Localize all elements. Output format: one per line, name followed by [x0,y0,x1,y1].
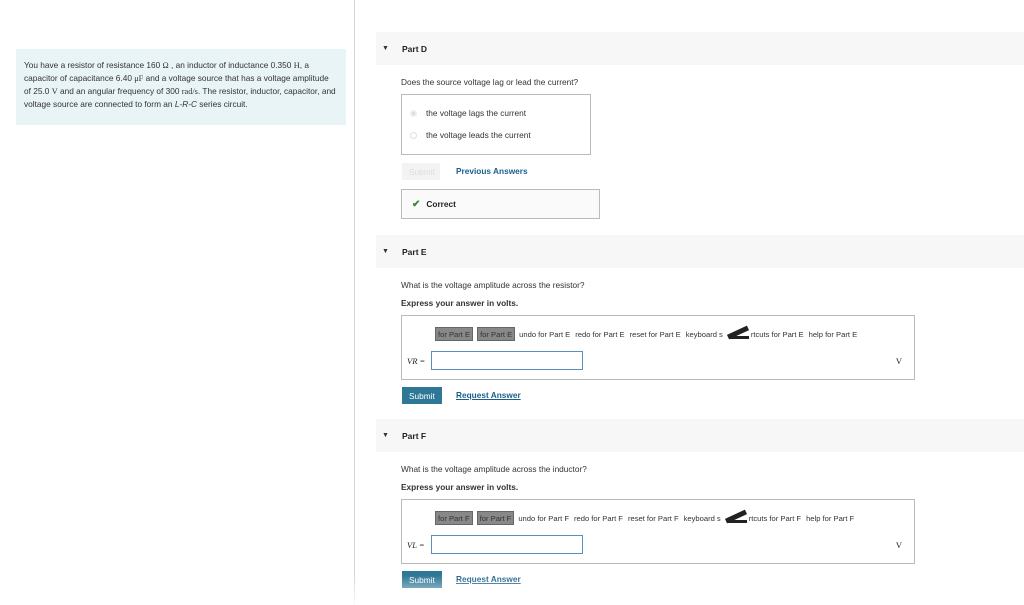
problem-text: , an inductor of inductance 0.350 [168,60,294,70]
keyboard-label: rtcuts for Part F [748,513,802,523]
reset-button[interactable]: reset for Part F [628,514,679,523]
problem-text: series circuit. [196,99,248,109]
left-pane: You have a resistor of resistance 160 Ω … [0,0,355,605]
part-f-title: Part F [402,430,427,441]
part-f-submit-button[interactable]: Submit [402,571,442,588]
redo-button[interactable]: redo for Part E [575,330,624,339]
volt-unit-label: V [895,356,902,366]
vl-label: VL = [407,540,425,550]
undo-button[interactable]: undo for Part F [518,514,569,523]
part-d-title: Part D [402,43,428,54]
part-d-choices: the voltage lags the current the voltage… [401,94,591,155]
keyboard-icon [725,327,749,341]
keyboard-label: rtcuts for Part E [750,329,804,339]
vr-input[interactable] [431,351,583,370]
right-pane: ▼ Part D Does the source voltage lag or … [356,0,1024,605]
volt-unit-label: V [895,540,902,550]
part-e-header[interactable]: ▼ Part E [376,235,1024,268]
choice-voltage-leads[interactable]: the voltage leads the current [410,130,531,140]
part-f-request-answer-link[interactable]: Request Answer [456,574,521,584]
help-button[interactable]: help for Part F [806,514,854,523]
part-f-toolbar: for Part F for Part F undo for Part F re… [435,509,859,527]
problem-statement: You have a resistor of resistance 160 Ω … [16,49,346,125]
keyboard-icon [723,511,747,525]
vr-label: VR = [407,356,426,366]
feedback-label: Correct [426,199,456,209]
part-f-header[interactable]: ▼ Part F [376,419,1024,452]
part-d-header[interactable]: ▼ Part D [376,32,1024,65]
part-f-answer-box: for Part F for Part F undo for Part F re… [401,499,915,564]
templates-button[interactable]: for Part F [435,511,473,525]
undo-button[interactable]: undo for Part E [519,330,570,339]
choice-label: the voltage leads the current [426,130,531,140]
part-d-submit-button: Submit [402,163,440,180]
keyboard-shortcuts-button[interactable]: keyboard s rtcuts for Part F [684,511,801,525]
keyboard-label: keyboard s [685,329,723,339]
part-e-answer-box: for Part E for Part E undo for Part E re… [401,315,915,380]
part-f-instruction: Express your answer in volts. [401,482,519,492]
keyboard-label: keyboard s [683,513,721,523]
radio-icon[interactable] [410,131,417,139]
reset-button[interactable]: reset for Part E [630,330,681,339]
problem-text: You have a resistor of resistance 160 [24,60,163,70]
radio-selected-icon[interactable] [410,109,417,117]
part-e-instruction: Express your answer in volts. [401,298,519,308]
caret-down-icon: ▼ [382,432,389,439]
caret-down-icon: ▼ [382,248,389,255]
part-e-submit-button[interactable]: Submit [402,387,442,404]
keyboard-shortcuts-button[interactable]: keyboard s rtcuts for Part E [686,327,804,341]
templates-button[interactable]: for Part E [435,327,474,341]
part-e-title: Part E [402,246,427,257]
help-button[interactable]: help for Part E [809,330,858,339]
problem-text: and an angular frequency of 300 [57,86,182,96]
symbols-button[interactable]: for Part F [476,511,515,525]
microfarad-unit: μF [134,74,144,83]
part-f-question: What is the voltage amplitude across the… [401,464,587,474]
symbols-button[interactable]: for Part E [477,327,516,341]
part-e-question: What is the voltage amplitude across the… [401,280,585,290]
choice-label: the voltage lags the current [426,108,527,118]
redo-button[interactable]: redo for Part F [574,514,623,523]
vl-input[interactable] [431,535,583,554]
part-e-toolbar: for Part E for Part E undo for Part E re… [435,325,862,343]
rads-unit: rad/s [181,87,198,96]
choice-voltage-lags[interactable]: the voltage lags the current [410,108,526,118]
caret-down-icon: ▼ [382,45,389,52]
feedback-correct: ✔ Correct [401,189,600,219]
previous-answers-link[interactable]: Previous Answers [456,166,528,176]
checkmark-icon: ✔ [412,198,421,210]
part-e-request-answer-link[interactable]: Request Answer [456,390,521,400]
circuit-type: L-R-C [174,99,197,109]
part-d-question: Does the source voltage lag or lead the … [401,77,579,87]
